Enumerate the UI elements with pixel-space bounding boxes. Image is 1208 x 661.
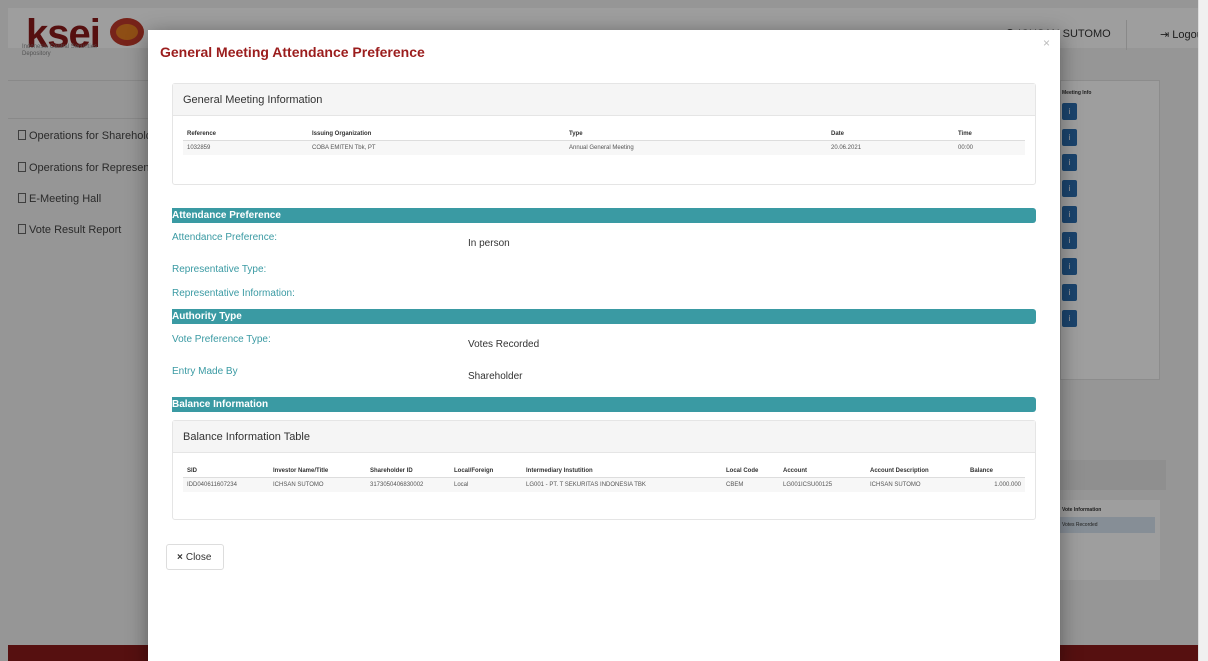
- table-cell: Annual General Meeting: [565, 140, 827, 155]
- table-cell: 3173050406830002: [366, 477, 450, 492]
- close-icon: ×: [177, 552, 183, 563]
- column-header: Reference: [183, 128, 308, 141]
- representative-info-label: Representative Information:: [172, 288, 295, 299]
- table-cell: COBA EMITEN Tbk, PT: [308, 140, 565, 155]
- table-cell: ICHSAN SUTOMO: [866, 477, 966, 492]
- column-header: Issuing Organization: [308, 128, 565, 141]
- table-cell: CBEM: [722, 477, 779, 492]
- column-header: Time: [954, 128, 1025, 141]
- modal-title: General Meeting Attendance Preference: [160, 44, 425, 60]
- table-cell: LG001ICSU00125: [779, 477, 866, 492]
- entry-made-by-value: Shareholder: [468, 371, 523, 382]
- vote-preference-type-label: Vote Preference Type:: [172, 334, 271, 345]
- column-header: Intermediary Instutition: [522, 465, 722, 478]
- table-cell: Local: [450, 477, 522, 492]
- close-icon[interactable]: ×: [1043, 36, 1050, 50]
- balance-information-panel: Balance Information Table SID Investor N…: [172, 420, 1036, 520]
- general-meeting-panel: General Meeting Information Reference Is…: [172, 83, 1036, 185]
- table-cell: ICHSAN SUTOMO: [269, 477, 366, 492]
- column-header: Investor Name/Title: [269, 465, 366, 478]
- balance-information-table: SID Investor Name/Title Shareholder ID L…: [183, 465, 1025, 492]
- general-meeting-table: Reference Issuing Organization Type Date…: [183, 128, 1025, 155]
- table-header-row: Reference Issuing Organization Type Date…: [183, 128, 1025, 141]
- panel-heading: Balance Information Table: [173, 421, 1035, 453]
- table-cell: 00:00: [954, 140, 1025, 155]
- column-header: Local Code: [722, 465, 779, 478]
- table-cell: LG001 - PT. T SEKURITAS INDONESIA TBK: [522, 477, 722, 492]
- column-header: Balance: [966, 465, 1025, 478]
- table-cell: 1032859: [183, 140, 308, 155]
- column-header: Date: [827, 128, 954, 141]
- vote-preference-type-value: Votes Recorded: [468, 339, 540, 350]
- close-button-label: Close: [185, 552, 212, 563]
- table-cell: 1.000.000: [966, 477, 1025, 492]
- column-header: Type: [565, 128, 827, 141]
- attendance-preference-value: In person: [468, 238, 510, 249]
- column-header: Shareholder ID: [366, 465, 450, 478]
- table-row: IDD040611607234 ICHSAN SUTOMO 3173050406…: [183, 477, 1025, 492]
- column-header: Account: [779, 465, 866, 478]
- table-row: 1032859 COBA EMITEN Tbk, PT Annual Gener…: [183, 140, 1025, 155]
- panel-heading: General Meeting Information: [173, 84, 1035, 116]
- column-header: SID: [183, 465, 269, 478]
- attendance-preference-label: Attendance Preference:: [172, 232, 278, 243]
- representative-type-label: Representative Type:: [172, 264, 267, 275]
- entry-made-by-label: Entry Made By: [172, 366, 238, 377]
- page-scrollbar[interactable]: [1198, 0, 1208, 661]
- column-header: Local/Foreign: [450, 465, 522, 478]
- section-attendance-preference: Attendance Preference: [172, 208, 1036, 223]
- table-cell: IDD040611607234: [183, 477, 269, 492]
- table-header-row: SID Investor Name/Title Shareholder ID L…: [183, 465, 1025, 478]
- section-balance-information: Balance Information: [172, 397, 1036, 412]
- attendance-preference-modal: General Meeting Attendance Preference × …: [148, 30, 1060, 661]
- close-button[interactable]: × Close: [166, 544, 224, 570]
- table-cell: 20.06.2021: [827, 140, 954, 155]
- section-authority-type: Authority Type: [172, 309, 1036, 324]
- column-header: Account Description: [866, 465, 966, 478]
